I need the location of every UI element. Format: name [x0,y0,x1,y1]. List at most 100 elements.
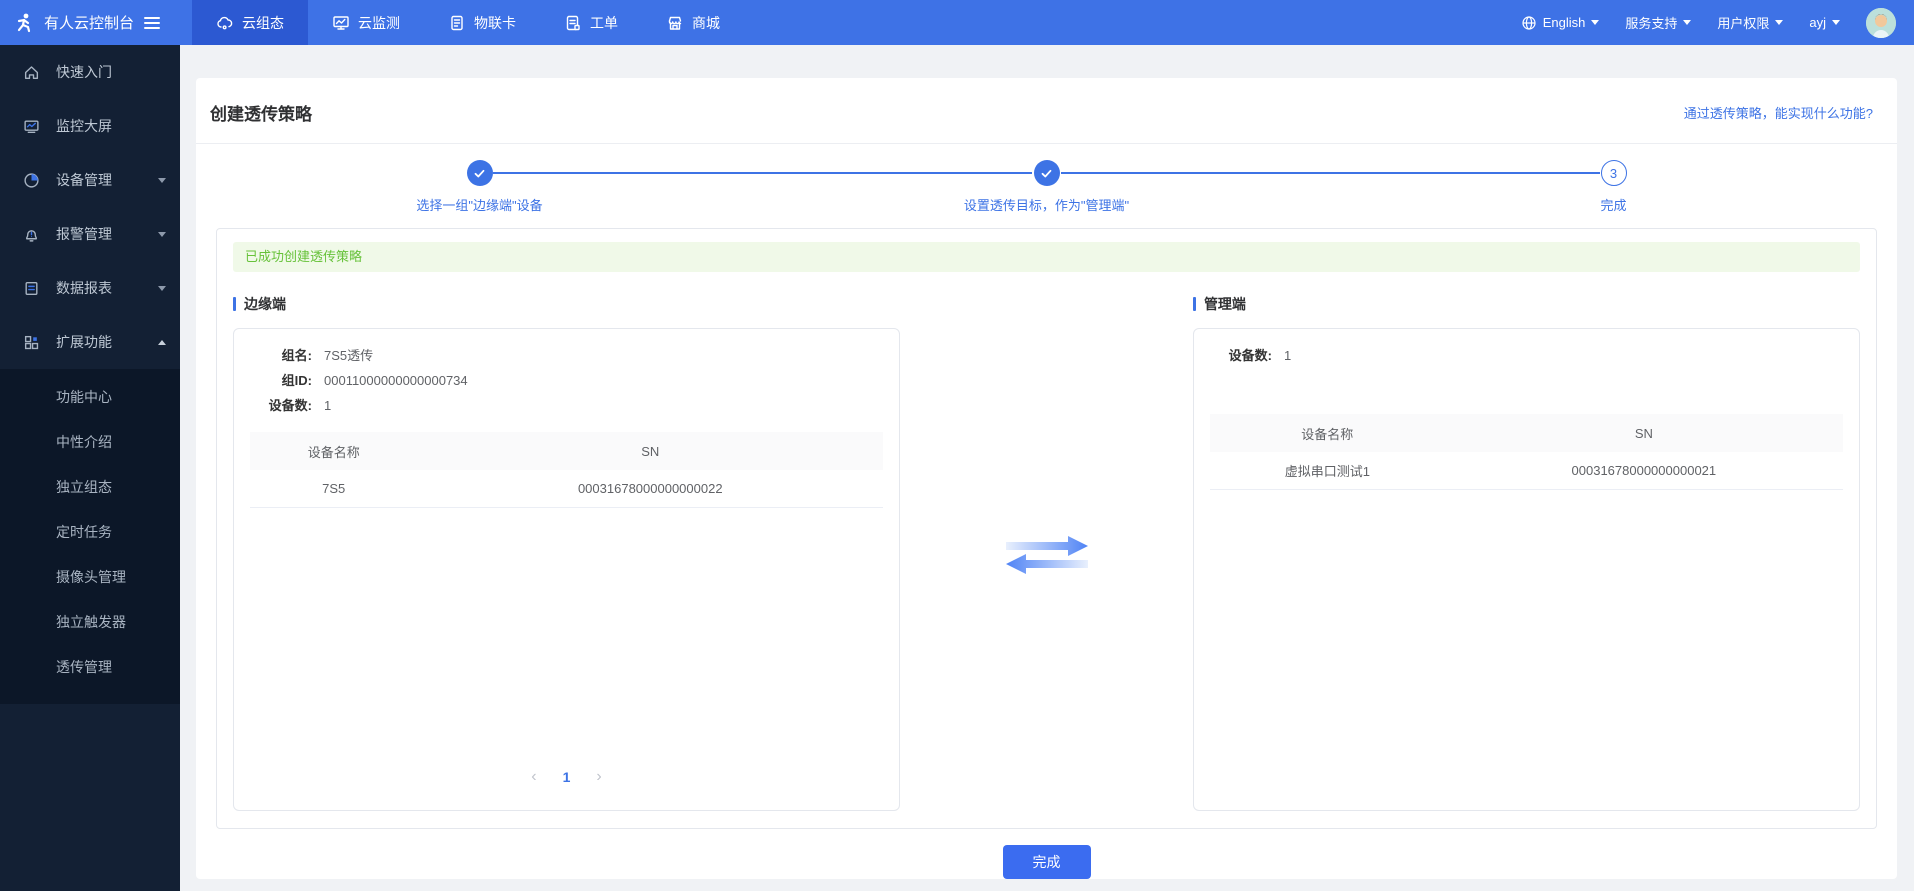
next-page-button[interactable]: › [596,768,601,786]
edge-device-table: 设备名称 SN 7S5 00031678000000000022 [250,432,883,508]
step-2: 设置透传目标，作为"管理端" [763,160,1330,214]
top-navbar: 有人云控制台 云组态 云监测 [0,0,1914,45]
accent-bar [1193,297,1196,311]
column-header-device-name: 设备名称 [1210,414,1445,452]
nav-tab-label: 物联卡 [474,13,516,33]
sidebar-item-label: 报警管理 [56,224,112,244]
grid-apps-icon [22,333,40,351]
table-header-row: 设备名称 SN [1210,414,1843,452]
section-title-text: 管理端 [1204,294,1246,314]
column-header-sn: SN [417,432,883,470]
step-1: 选择一组"边缘端"设备 [196,160,763,214]
group-id-value: 00011000000000000734 [324,368,468,393]
group-name-value: 7S5透传 [324,343,373,368]
column-header-device-name: 设备名称 [250,432,417,470]
permissions-menu[interactable]: 用户权限 [1717,13,1783,32]
chevron-down-icon [1832,20,1840,25]
sidebar-subitem-neutral-intro[interactable]: 中性介绍 [0,420,180,465]
sim-card-icon [448,14,466,32]
nav-tab-cloud-scada[interactable]: 云组态 [192,0,308,45]
sidebar-subitem-camera-management[interactable]: 摄像头管理 [0,555,180,600]
alarm-bell-icon [22,225,40,243]
group-id-row: 组ID: 00011000000000000734 [250,368,883,393]
card-header: 创建透传策略 通过透传策略，能实现什么功能? [196,78,1897,144]
work-order-icon [564,14,582,32]
chevron-up-icon [158,340,166,345]
sidebar-item-quick-start[interactable]: 快速入门 [0,45,180,99]
stepper: 选择一组"边缘端"设备 设置透传目标，作为"管理端" 3 完成 [196,144,1897,228]
success-message: 已成功创建透传策略 [233,242,1860,272]
language-label: English [1543,15,1586,30]
page-card: 创建透传策略 通过透传策略，能实现什么功能? 选择一组"边缘端"设备 [196,78,1897,879]
pagination: ‹ 1 › [250,768,883,796]
edge-section: 边缘端 组名: 7S5透传 组ID: 00011000000000000734 [233,294,900,815]
nav-tab-work-order[interactable]: 工单 [540,0,642,45]
sidebar-item-data-report[interactable]: 数据报表 [0,261,180,315]
passthrough-help-link[interactable]: 通过透传策略，能实现什么功能? [1684,103,1873,122]
sidebar-item-device-management[interactable]: 设备管理 [0,153,180,207]
username-label: ayj [1809,15,1826,30]
primary-nav: 云组态 云监测 物联卡 [192,0,744,45]
nav-tab-cloud-monitor[interactable]: 云监测 [308,0,424,45]
permissions-label: 用户权限 [1717,13,1769,32]
button-row: 完成 [196,845,1897,879]
manage-section-title: 管理端 [1193,294,1860,314]
accent-bar [233,297,236,311]
device-count-value: 1 [1284,343,1291,368]
chevron-down-icon [1683,20,1691,25]
nav-tab-iot-card[interactable]: 物联卡 [424,0,540,45]
support-label: 服务支持 [1625,13,1677,32]
device-count-row: 设备数: 1 [1210,343,1843,368]
big-screen-icon [22,117,40,135]
language-selector[interactable]: English [1521,15,1600,31]
app-title: 有人云控制台 [44,12,134,33]
column-header-sn: SN [1445,414,1843,452]
sidebar-subitem-standalone-trigger[interactable]: 独立触发器 [0,600,180,645]
sidebar-subitem-scheduled-tasks[interactable]: 定时任务 [0,510,180,555]
logo-icon [12,11,36,35]
table-row: 虚拟串口测试1 00031678000000000021 [1210,452,1843,489]
sidebar-item-label: 数据报表 [56,278,112,298]
home-icon [22,63,40,81]
avatar[interactable] [1866,8,1896,38]
device-sn-cell: 00031678000000000022 [417,470,883,507]
step-label: 完成 [1600,195,1626,214]
section-title-text: 边缘端 [244,294,286,314]
device-name-cell: 7S5 [250,470,417,507]
pie-chart-icon [22,171,40,189]
finish-button[interactable]: 完成 [1003,845,1091,879]
device-count-row: 设备数: 1 [250,393,883,418]
nav-tab-mall[interactable]: 商城 [642,0,744,45]
support-menu[interactable]: 服务支持 [1625,13,1691,32]
step-label: 选择一组"边缘端"设备 [416,195,542,214]
nav-tab-label: 云组态 [242,13,284,33]
nav-tab-label: 工单 [590,13,618,33]
manage-card: 设备数: 1 设备名称 SN [1193,328,1860,811]
sidebar-item-alarm-management[interactable]: 报警管理 [0,207,180,261]
sidebar-subitem-function-center[interactable]: 功能中心 [0,375,180,420]
result-panel: 已成功创建透传策略 边缘端 组名: 7S5透传 [216,228,1877,829]
chevron-down-icon [158,178,166,183]
sidebar-item-extensions[interactable]: 扩展功能 [0,315,180,369]
page-number[interactable]: 1 [563,769,571,785]
prev-page-button[interactable]: ‹ [531,768,536,786]
sidebar-subitem-passthrough-management[interactable]: 透传管理 [0,645,180,690]
chevron-down-icon [1591,20,1599,25]
device-count-label: 设备数: [250,393,312,418]
sidebar: 快速入门 监控大屏 设备管理 [0,45,180,891]
brand-area: 有人云控制台 [0,0,180,45]
step-number: 3 [1601,160,1627,186]
menu-toggle-icon[interactable] [144,17,160,29]
sidebar-item-monitor-screen[interactable]: 监控大屏 [0,99,180,153]
chevron-down-icon [158,232,166,237]
user-menu[interactable]: ayj [1809,15,1840,30]
step-check-icon [467,160,493,186]
sidebar-item-label: 设备管理 [56,170,112,190]
step-3: 3 完成 [1330,160,1897,214]
device-name-cell: 虚拟串口测试1 [1210,452,1445,489]
sidebar-subitem-standalone-scada[interactable]: 独立组态 [0,465,180,510]
storefront-icon [666,14,684,32]
sidebar-item-label: 快速入门 [56,62,112,82]
sidebar-item-label: 监控大屏 [56,116,112,136]
manage-section: 管理端 设备数: 1 设备名称 [1193,294,1860,815]
